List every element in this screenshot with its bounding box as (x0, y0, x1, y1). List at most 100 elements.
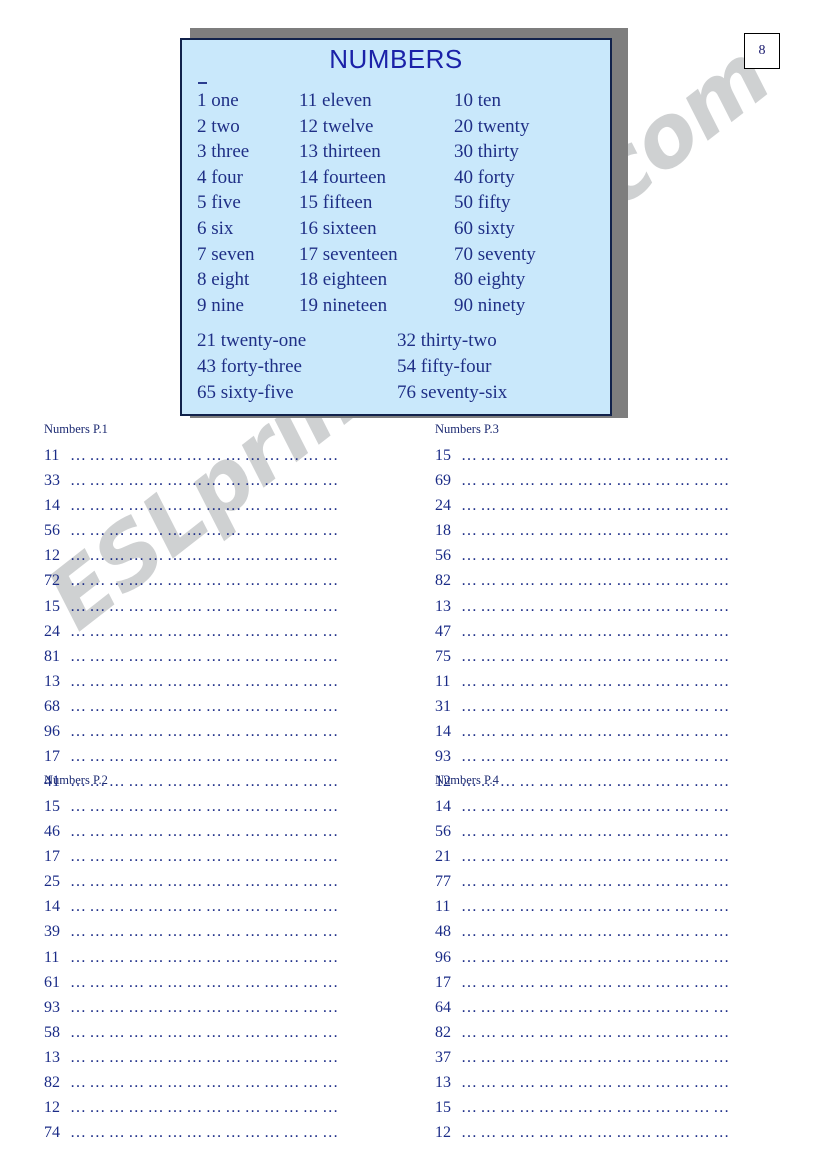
answer-dotted-line[interactable]: …………………………………… (461, 644, 735, 669)
exercise-title: Numbers P.2 (44, 773, 108, 787)
answer-dotted-line[interactable]: …………………………………… (70, 568, 344, 593)
answer-dotted-line[interactable]: …………………………………… (461, 1070, 735, 1095)
exercise-row: 77 …………………………………… (435, 869, 735, 894)
exercise-number: 96 (435, 948, 451, 966)
number-word: 50 fifty (454, 192, 511, 214)
exercise-number: 46 (44, 823, 60, 841)
number-word: 9 nine (197, 294, 244, 316)
answer-dotted-line[interactable]: …………………………………… (70, 1070, 344, 1095)
answer-dotted-line[interactable]: …………………………………… (70, 543, 344, 568)
exercise-number: 56 (435, 823, 451, 841)
answer-dotted-line[interactable]: …………………………………… (461, 794, 735, 819)
answer-dotted-line[interactable]: …………………………………… (70, 945, 344, 970)
answer-dotted-line[interactable]: …………………………………… (461, 744, 735, 769)
exercise-number: 13 (435, 1074, 451, 1092)
answer-dotted-line[interactable]: …………………………………… (70, 744, 344, 769)
answer-dotted-line[interactable]: …………………………………… (70, 619, 344, 644)
answer-dotted-line[interactable]: …………………………………… (461, 619, 735, 644)
answer-dotted-line[interactable]: …………………………………… (70, 894, 344, 919)
answer-dotted-line[interactable]: …………………………………… (70, 719, 344, 744)
compound-number-word: 76 seventy-six (397, 382, 508, 403)
exercise-block-p2: Numbers P.2 15 …………………………………… 46 …………………………… (44, 773, 344, 1145)
answer-dotted-line[interactable]: …………………………………… (70, 594, 344, 619)
exercise-number: 11 (44, 948, 60, 966)
exercise-row: 15 …………………………………… (44, 794, 344, 819)
answer-dotted-line[interactable]: …………………………………… (461, 1020, 735, 1045)
answer-dotted-line[interactable]: …………………………………… (461, 468, 735, 493)
answer-dotted-line[interactable]: …………………………………… (70, 1020, 344, 1045)
answer-dotted-line[interactable]: …………………………………… (461, 894, 735, 919)
answer-dotted-line[interactable]: …………………………………… (70, 644, 344, 669)
answer-dotted-line[interactable]: …………………………………… (461, 719, 735, 744)
exercise-row: 93 …………………………………… (44, 995, 344, 1020)
exercise-number: 25 (44, 873, 60, 891)
number-word: 8 eight (197, 269, 250, 291)
answer-dotted-line[interactable]: …………………………………… (461, 543, 735, 568)
answer-dotted-line[interactable]: …………………………………… (461, 568, 735, 593)
exercise-number: 14 (44, 497, 60, 515)
answer-dotted-line[interactable]: …………………………………… (70, 844, 344, 869)
answer-dotted-line[interactable]: …………………………………… (70, 518, 344, 543)
answer-dotted-line[interactable]: …………………………………… (70, 669, 344, 694)
number-word: 60 sixty (454, 217, 515, 239)
exercise-number: 15 (435, 447, 451, 464)
answer-dotted-line[interactable]: …………………………………… (70, 794, 344, 819)
exercise-row: 93 …………………………………… (435, 744, 735, 769)
page-number-box: 8 (744, 33, 780, 69)
answer-dotted-line[interactable]: …………………………………… (461, 844, 735, 869)
answer-dotted-line[interactable]: …………………………………… (70, 443, 344, 468)
answer-dotted-line[interactable]: …………………………………… (461, 1120, 735, 1145)
exercise-row: 17 …………………………………… (44, 844, 344, 869)
answer-dotted-line[interactable]: …………………………………… (70, 694, 344, 719)
answer-dotted-line[interactable]: …………………………………… (461, 594, 735, 619)
answer-dotted-line[interactable]: …………………………………… (70, 1120, 344, 1145)
number-word: 30 thirty (454, 141, 519, 163)
number-word: 13 thirteen (299, 141, 381, 163)
exercise-row: 96 …………………………………… (435, 945, 735, 970)
answer-dotted-line[interactable]: …………………………………… (461, 995, 735, 1020)
answer-dotted-line[interactable]: …………………………………… (70, 995, 344, 1020)
exercise-row: 13 …………………………………… (44, 669, 344, 694)
answer-dotted-line[interactable]: …………………………………… (70, 869, 344, 894)
exercise-row: 25 …………………………………… (44, 869, 344, 894)
exercise-rows: 15 …………………………………… 46 …………………………………… 17 ………………… (44, 794, 344, 1145)
exercise-number: 24 (44, 622, 60, 640)
answer-dotted-line[interactable]: …………………………………… (461, 919, 735, 944)
answer-dotted-line[interactable]: …………………………………… (461, 819, 735, 844)
answer-dotted-line[interactable]: …………………………………… (70, 1045, 344, 1070)
answer-dotted-line[interactable]: …………………………………… (461, 669, 735, 694)
answer-dotted-line[interactable]: …………………………………… (70, 919, 344, 944)
number-word: 20 twenty (454, 115, 530, 137)
number-word: 40 forty (454, 166, 515, 188)
answer-dotted-line[interactable]: …………………………………… (70, 819, 344, 844)
answer-dotted-line[interactable]: …………………………………… (70, 1095, 344, 1120)
exercise-row: 13 …………………………………… (435, 594, 735, 619)
answer-dotted-line[interactable]: …………………………………… (461, 970, 735, 995)
exercise-row: 14 …………………………………… (44, 493, 344, 518)
answer-dotted-line[interactable]: …………………………………… (461, 869, 735, 894)
answer-dotted-line[interactable]: …………………………………… (70, 970, 344, 995)
exercise-row: 12 …………………………………… (44, 1095, 344, 1120)
exercise-row: 14 …………………………………… (435, 719, 735, 744)
answer-dotted-line[interactable]: …………………………………… (461, 443, 735, 468)
exercise-number: 56 (435, 547, 451, 565)
numbers-poster: NUMBERS 1 one 11 eleven 10 ten 2 two 12 … (180, 28, 628, 418)
answer-dotted-line[interactable]: …………………………………… (461, 694, 735, 719)
numbers-row: 9 nine 19 nineteen 90 ninety (182, 293, 610, 319)
answer-dotted-line[interactable]: …………………………………… (461, 945, 735, 970)
answer-dotted-line[interactable]: …………………………………… (70, 468, 344, 493)
numbers-row: 1 one 11 eleven 10 ten (182, 88, 610, 114)
compound-numbers-row: 43 forty-three 54 fifty-four (182, 354, 610, 380)
exercise-number: 17 (44, 748, 60, 766)
exercise-number: 15 (435, 1099, 451, 1117)
numbers-row: 8 eight 18 eighteen 80 eighty (182, 267, 610, 293)
exercise-number: 12 (435, 1124, 451, 1142)
answer-dotted-line[interactable]: …………………………………… (461, 1045, 735, 1070)
answer-dotted-line[interactable]: …………………………………… (70, 493, 344, 518)
exercise-row: 31 …………………………………… (435, 694, 735, 719)
answer-dotted-line[interactable]: …………………………………… (461, 493, 735, 518)
answer-dotted-line[interactable]: …………………………………… (461, 1095, 735, 1120)
exercise-number: 74 (44, 1124, 60, 1142)
number-word: 11 eleven (299, 90, 372, 111)
answer-dotted-line[interactable]: …………………………………… (461, 518, 735, 543)
